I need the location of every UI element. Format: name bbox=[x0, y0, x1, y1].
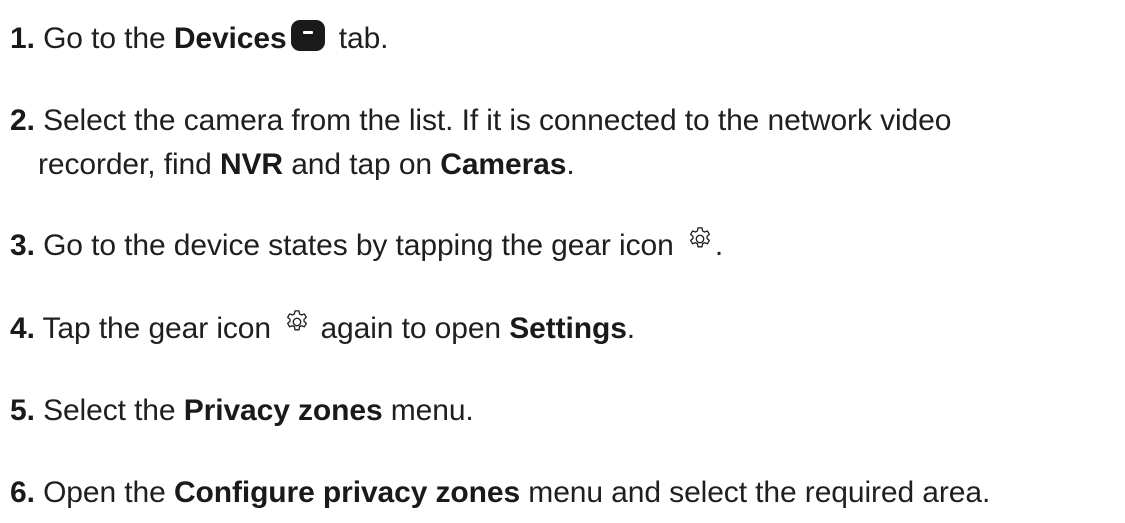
step-text: Select the camera from the list. If it i… bbox=[34, 104, 952, 137]
step-6: 6. Open the Configure privacy zones menu… bbox=[10, 471, 990, 515]
step-number: 4. bbox=[10, 312, 35, 345]
privacy-zones-label: Privacy zones bbox=[183, 394, 383, 427]
step-text: . bbox=[566, 148, 575, 181]
step-text: menu and select the required area. bbox=[520, 476, 991, 509]
step-number: 5. bbox=[10, 394, 35, 427]
step-continuation: recorder, find NVR and tap on Cameras. bbox=[10, 143, 951, 187]
step-number: 6. bbox=[10, 476, 35, 509]
cameras-label: Cameras bbox=[440, 148, 567, 181]
nvr-label: NVR bbox=[219, 148, 283, 181]
step-number: 3. bbox=[10, 229, 35, 262]
devices-label: Devices bbox=[173, 22, 287, 55]
step-text: recorder, find bbox=[38, 148, 220, 181]
step-4: 4. Tap the gear icon again to open Setti… bbox=[10, 307, 635, 351]
step-2: 2. Select the camera from the list. If i… bbox=[10, 99, 951, 187]
step-number: 1. bbox=[10, 22, 35, 55]
step-text: Tap the gear icon bbox=[34, 312, 280, 345]
devices-tab-icon bbox=[290, 20, 325, 51]
step-5: 5. Select the Privacy zones menu. bbox=[10, 389, 474, 433]
step-text: Go to the device states by tapping the g… bbox=[34, 229, 682, 262]
step-text: Select the bbox=[34, 394, 184, 427]
step-text: again to open bbox=[312, 312, 510, 345]
step-text: Go to the bbox=[34, 22, 174, 55]
step-number: 2. bbox=[10, 104, 35, 137]
step-text: . bbox=[714, 229, 724, 262]
configure-privacy-zones-label: Configure privacy zones bbox=[173, 476, 521, 509]
gear-icon bbox=[689, 227, 710, 248]
step-text: Open the bbox=[34, 476, 174, 509]
settings-label: Settings bbox=[509, 312, 627, 345]
step-text: and tap on bbox=[282, 148, 441, 181]
step-3: 3. Go to the device states by tapping th… bbox=[10, 224, 723, 268]
gear-icon bbox=[287, 310, 308, 331]
step-text: tab. bbox=[330, 22, 389, 55]
step-text: . bbox=[626, 312, 636, 345]
step-1: 1. Go to the Devices tab. bbox=[10, 17, 389, 61]
step-text: menu. bbox=[382, 394, 474, 427]
